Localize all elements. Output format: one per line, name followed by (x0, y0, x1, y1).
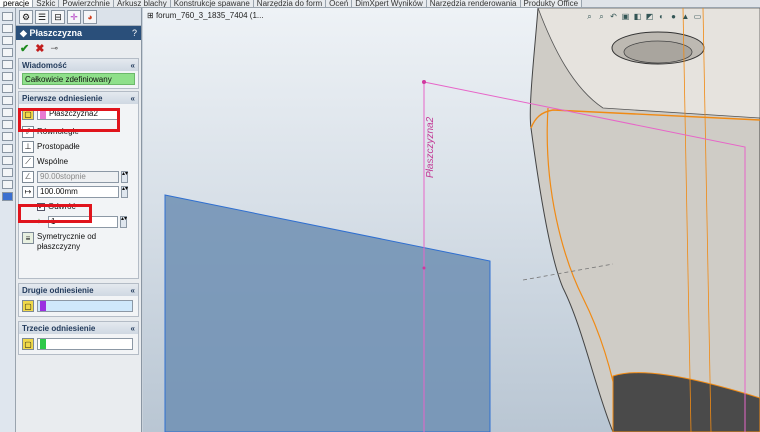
third-reference-selection-field[interactable] (37, 338, 133, 350)
display-manager-icon[interactable]: ◕ (83, 10, 97, 24)
tab-7[interactable]: DimXpert Wyników (352, 0, 427, 7)
plane-feature-icon: ◆ (20, 27, 27, 38)
property-manager: ⚙ ☰ ⊟ ✛ ◕ ◆ Płaszczyzna ? ✔ ✖ ⊸ Wiadomoś… (16, 8, 142, 432)
previous-view-icon[interactable]: ↶ (609, 12, 618, 21)
reference-selection-icon: ▢ (22, 338, 34, 350)
tree-node-icon[interactable] (2, 84, 13, 93)
zoom-area-icon[interactable]: ⌕ (597, 12, 606, 21)
collapse-icon[interactable]: « (131, 94, 135, 103)
tree-node-icon[interactable] (2, 12, 13, 21)
configuration-manager-icon[interactable]: ⊟ (51, 10, 65, 24)
instances-spinner[interactable]: ▴▾ (120, 215, 127, 228)
tree-node-icon[interactable] (2, 96, 13, 105)
second-reference-header[interactable]: Drugie odniesienie « (19, 284, 138, 296)
part-hole-inner (623, 40, 693, 64)
first-reference-header[interactable]: Pierwsze odniesienie « (19, 92, 138, 104)
coincident-option-label[interactable]: Wspólne (37, 157, 68, 166)
plane-handle (422, 80, 426, 84)
feature-tree-icon-strip (0, 8, 16, 432)
tree-node-icon[interactable] (2, 120, 13, 129)
tab-4[interactable]: Konstrukcje spawane (170, 0, 254, 7)
tree-node-icon[interactable] (2, 144, 13, 153)
tree-node-icon[interactable] (2, 132, 13, 141)
third-reference-section: Trzecie odniesienie « ▢ (18, 321, 139, 355)
document-title: forum_760_3_1835_7404 (1... (155, 11, 264, 20)
offset-distance-icon[interactable]: ↦ (22, 185, 34, 198)
selection-color-swatch (40, 339, 46, 349)
hide-show-icon[interactable]: ◐ (657, 12, 666, 21)
tab-1[interactable]: Szkic (33, 0, 60, 7)
tab-3[interactable]: Arkusz blachy (113, 0, 171, 7)
view-orientation-icon[interactable]: ◧ (633, 12, 642, 21)
tree-node-icon[interactable] (2, 192, 13, 201)
second-reference-selection-field[interactable] (37, 300, 133, 312)
appearance-icon[interactable]: ● (669, 12, 678, 21)
tab-8[interactable]: Narzędzia renderowania (426, 0, 521, 7)
angle-icon[interactable]: ∠ (22, 170, 34, 183)
display-style-icon[interactable]: ◩ (645, 12, 654, 21)
third-reference-title: Trzecie odniesienie (22, 323, 96, 333)
mid-plane-icon[interactable]: ≡ (22, 232, 34, 244)
message-section-title: Wiadomość (22, 60, 67, 70)
dimxpert-manager-icon[interactable]: ✛ (67, 10, 81, 24)
ok-button[interactable]: ✔ (20, 42, 29, 55)
feature-manager-icon[interactable]: ⚙ (19, 10, 33, 24)
tree-node-icon[interactable] (2, 72, 13, 81)
tree-node-icon[interactable] (2, 36, 13, 45)
tab-9[interactable]: Produkty Office (520, 0, 583, 7)
section-view-icon[interactable]: ▣ (621, 12, 630, 21)
mid-plane-label[interactable]: Symetrycznie od płaszczyzny (37, 232, 117, 252)
collapse-icon[interactable]: « (131, 324, 135, 333)
message-section: Wiadomość « Całkowicie zdefiniowany (18, 58, 139, 89)
heads-up-view-toolbar: ⌕ ⌕ ↶ ▣ ◧ ◩ ◐ ● ▲ ▭ (585, 12, 702, 22)
pin-icon[interactable]: ⊸ (50, 43, 58, 54)
highlight-distance-box (18, 204, 92, 223)
model-scene: Płaszczyzna2 (164, 8, 760, 432)
tab-5[interactable]: Narzędzia do form (253, 0, 327, 7)
angle-field[interactable]: 90.00stopnie (37, 170, 119, 183)
command-manager-tabs: peracje Szkic Powierzchnie Arkusz blachy Kon… (0, 0, 760, 8)
graphics-area[interactable]: Płaszczyzna2 ⊞ forum_760_3_1835_7404 (1.… (143, 8, 760, 432)
tree-node-icon[interactable] (2, 48, 13, 57)
third-reference-header[interactable]: Trzecie odniesienie « (19, 322, 138, 334)
second-reference-title: Drugie odniesienie (22, 285, 94, 295)
highlight-selection-box (18, 108, 120, 132)
plane-handle (422, 266, 426, 270)
message-section-header[interactable]: Wiadomość « (19, 59, 138, 71)
collapse-icon[interactable]: « (131, 61, 135, 70)
reference-selection-icon: ▢ (22, 300, 34, 312)
selection-color-swatch (40, 301, 46, 311)
tree-node-icon[interactable] (2, 24, 13, 33)
perpendicular-option-label[interactable]: Prostopadłe (37, 142, 80, 151)
property-manager-title: Płaszczyzna (29, 27, 82, 38)
status-message: Całkowicie zdefiniowany (22, 73, 135, 85)
view-settings-icon[interactable]: ▭ (693, 12, 702, 21)
property-manager-icon[interactable]: ☰ (35, 10, 49, 24)
coincident-icon[interactable]: ⟋ (22, 155, 34, 168)
tab-2[interactable]: Powierzchnie (59, 0, 114, 7)
first-reference-title: Pierwsze odniesienie (22, 93, 103, 103)
manager-tabs: ⚙ ☰ ⊟ ✛ ◕ (16, 8, 141, 26)
tree-node-icon[interactable] (2, 60, 13, 69)
perpendicular-icon[interactable]: ⊥ (22, 140, 34, 153)
tab-6[interactable]: Oceń (326, 0, 353, 7)
distance-spinner[interactable]: ▴▾ (121, 185, 128, 198)
tree-node-icon[interactable] (2, 180, 13, 189)
tree-node-icon[interactable] (2, 156, 13, 165)
feature-tree-flyout-title[interactable]: ⊞ forum_760_3_1835_7404 (1... (147, 11, 264, 20)
plane-label: Płaszczyzna2 (425, 116, 436, 178)
tab-0[interactable]: peracje (0, 0, 34, 7)
scene-icon[interactable]: ▲ (681, 12, 690, 21)
zoom-to-fit-icon[interactable]: ⌕ (585, 12, 594, 21)
second-reference-section: Drugie odniesienie « ▢ (18, 283, 139, 317)
tree-node-icon[interactable] (2, 168, 13, 177)
help-icon[interactable]: ? (132, 28, 137, 38)
cancel-button[interactable]: ✖ (35, 42, 44, 55)
reference-plane (164, 194, 491, 432)
angle-spinner[interactable]: ▴▾ (121, 170, 128, 183)
offset-distance-field[interactable]: 100.00mm (37, 185, 119, 198)
property-manager-title-bar: ◆ Płaszczyzna ? (16, 26, 141, 40)
collapse-icon[interactable]: « (131, 286, 135, 295)
tree-node-icon[interactable] (2, 108, 13, 117)
